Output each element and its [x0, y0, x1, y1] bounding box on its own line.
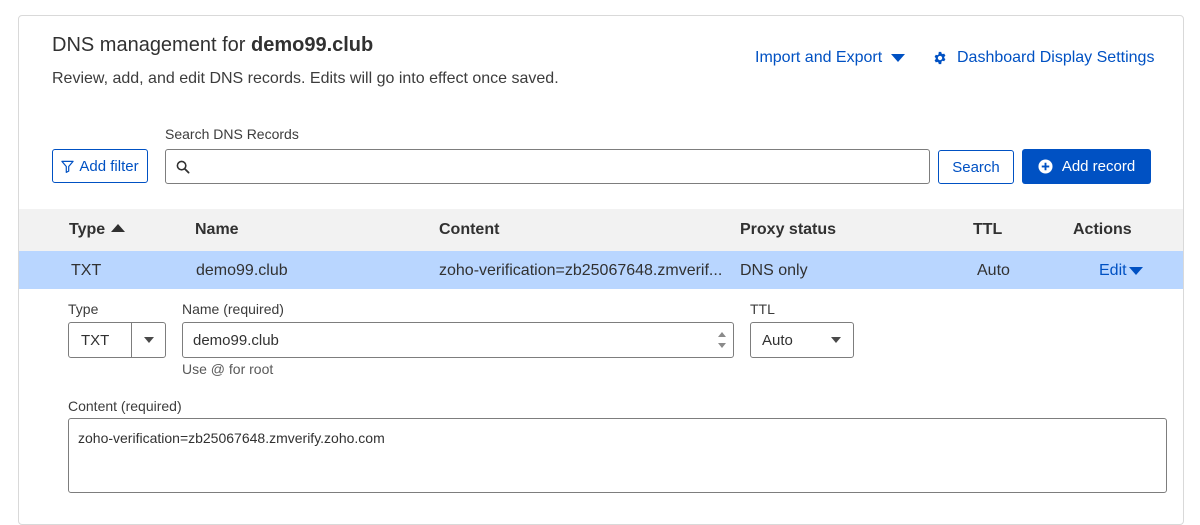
- row-edit-label: Edit: [1099, 262, 1127, 279]
- row-proxy-status: DNS only: [740, 262, 808, 279]
- row-type: TXT: [71, 262, 102, 279]
- chevron-down-icon: [143, 337, 154, 343]
- add-filter-label: Add filter: [79, 157, 139, 175]
- caret-down-icon: [891, 54, 906, 62]
- ttl-label: TTL: [750, 301, 775, 317]
- add-record-button[interactable]: Add record: [1022, 149, 1151, 184]
- page-title: DNS management for demo99.club: [52, 34, 374, 56]
- row-content: zoho-verification=zb25067648.zmverif...: [439, 262, 723, 279]
- content-label: Content (required): [68, 398, 182, 414]
- ttl-select[interactable]: Auto: [750, 322, 854, 358]
- column-header-ttl[interactable]: TTL: [973, 221, 1002, 239]
- dashboard-display-settings-label: Dashboard Display Settings: [957, 49, 1155, 66]
- type-select-toggle[interactable]: [131, 323, 165, 357]
- column-header-actions: Actions: [1073, 221, 1132, 238]
- search-button[interactable]: Search: [938, 150, 1014, 184]
- chevron-down-icon: [831, 337, 841, 343]
- spin-down-icon[interactable]: [718, 343, 726, 348]
- import-export-label: Import and Export: [755, 49, 883, 66]
- search-label: Search DNS Records: [165, 126, 299, 142]
- add-filter-button[interactable]: Add filter: [52, 149, 148, 183]
- table-row[interactable]: TXT demo99.club zoho-verification=zb2506…: [19, 251, 1183, 289]
- sort-ascending-icon: [111, 224, 126, 232]
- gear-icon: [934, 51, 946, 65]
- type-select-value: TXT: [81, 331, 110, 349]
- name-field-spinner[interactable]: [713, 323, 731, 357]
- name-field-value: demo99.club: [193, 331, 279, 349]
- plus-circle-icon: [1038, 159, 1053, 174]
- column-header-content[interactable]: Content: [439, 221, 499, 239]
- spin-up-icon[interactable]: [718, 332, 726, 337]
- row-ttl: Auto: [977, 262, 1010, 279]
- search-field[interactable]: [165, 149, 930, 184]
- table-header: Type Name Content Proxy status TTL Actio…: [19, 209, 1183, 251]
- search-button-label: Search: [952, 158, 1000, 176]
- name-field[interactable]: demo99.club: [182, 322, 734, 358]
- row-name: demo99.club: [196, 262, 288, 279]
- content-textarea[interactable]: zoho-verification=zb25067648.zmverify.zo…: [68, 418, 1167, 493]
- ttl-select-value: Auto: [762, 331, 793, 349]
- search-input[interactable]: [196, 151, 929, 182]
- caret-down-icon: [1128, 267, 1143, 275]
- domain-name: demo99.club: [250, 34, 374, 56]
- filter-icon: [61, 160, 75, 173]
- add-record-label: Add record: [1061, 158, 1136, 175]
- name-hint: Use @ for root: [182, 361, 274, 377]
- column-header-type[interactable]: Type: [69, 221, 126, 239]
- import-export-dropdown[interactable]: Import and Export: [755, 49, 906, 67]
- type-label: Type: [68, 301, 99, 317]
- page-subtitle: Review, add, and edit DNS records. Edits…: [52, 70, 559, 87]
- column-header-name[interactable]: Name: [195, 221, 239, 239]
- type-select[interactable]: TXT: [68, 322, 166, 358]
- search-icon: [176, 160, 190, 174]
- column-header-proxy-status[interactable]: Proxy status: [740, 221, 836, 239]
- dashboard-display-settings-link[interactable]: Dashboard Display Settings: [933, 49, 1154, 67]
- name-label: Name (required): [182, 301, 284, 317]
- row-edit-button[interactable]: Edit: [1099, 262, 1143, 280]
